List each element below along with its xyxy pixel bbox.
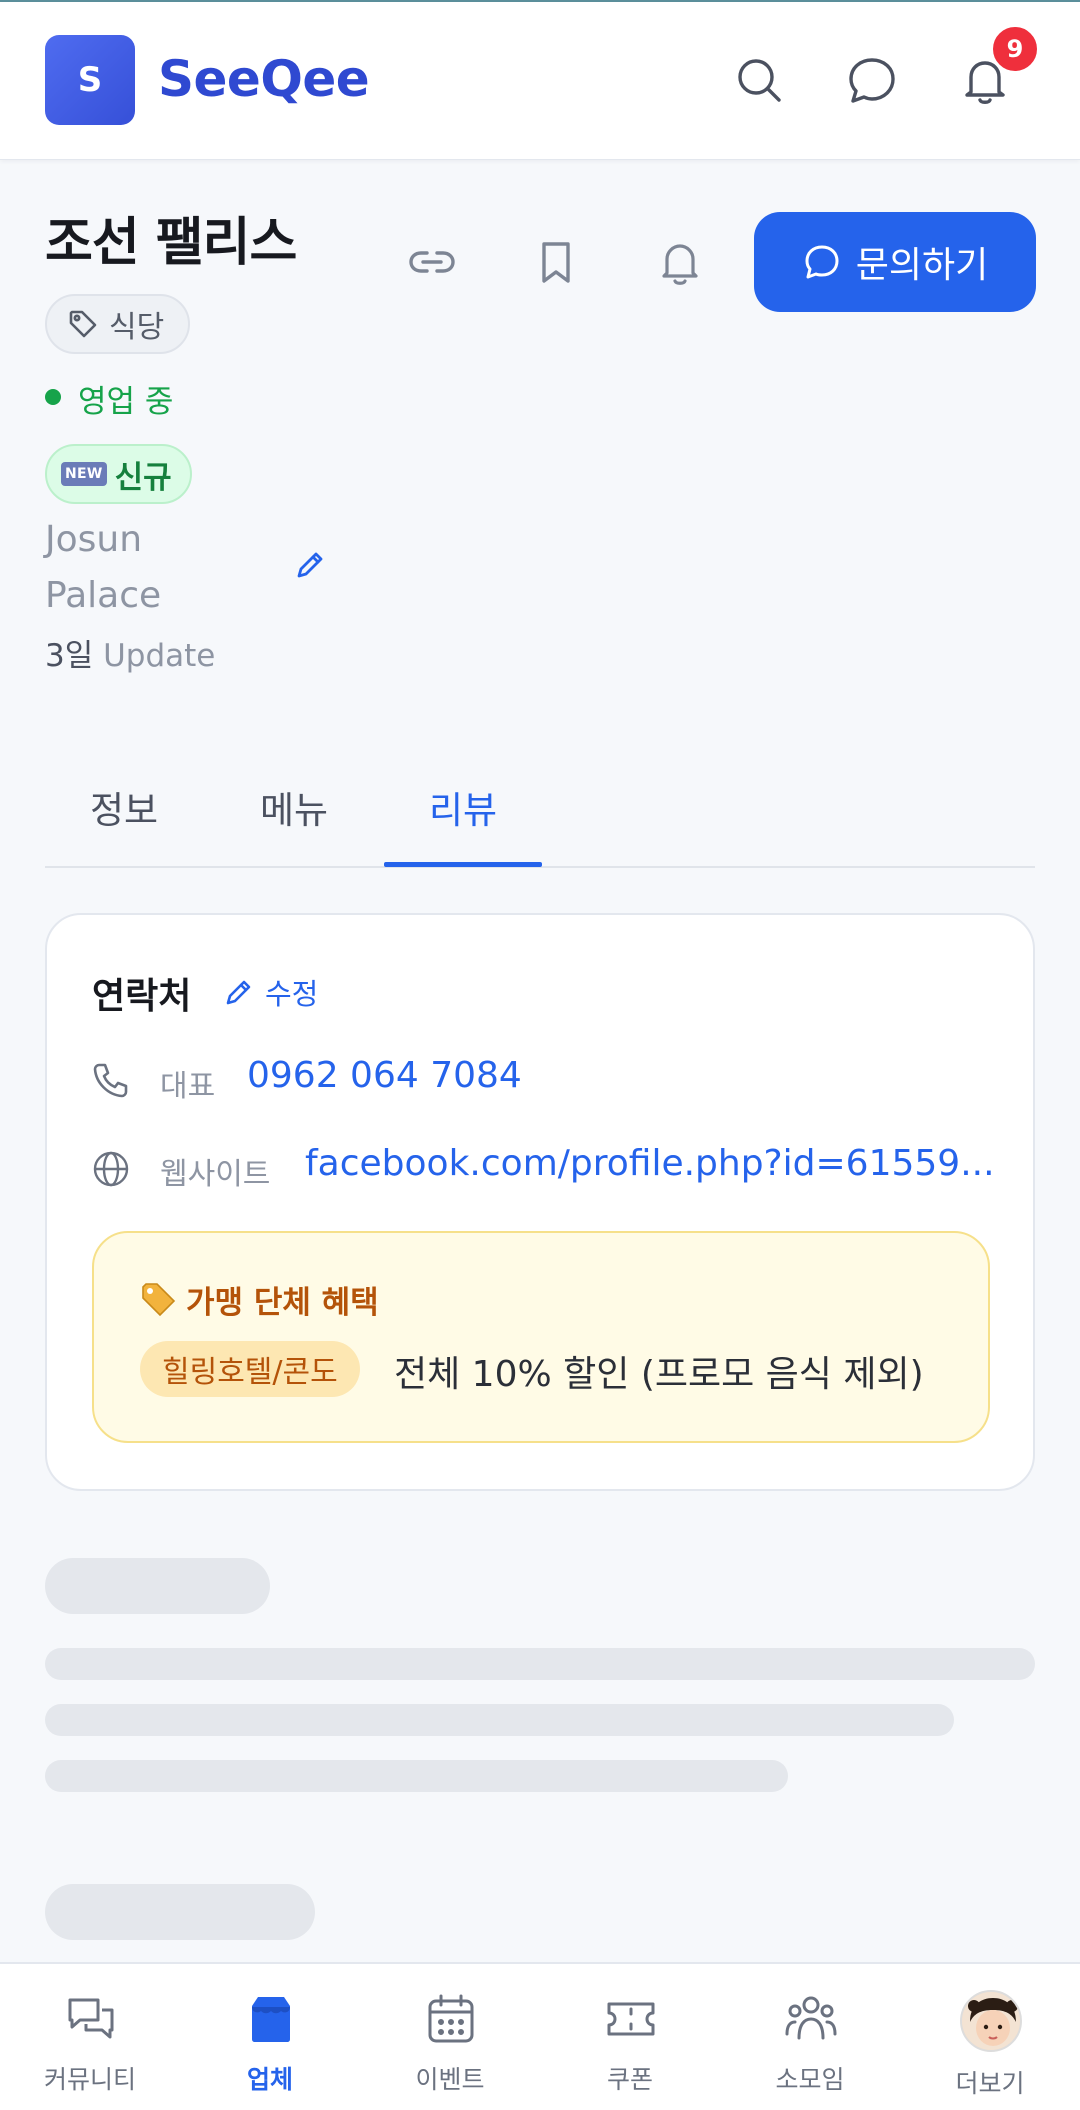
chat-bubble-icon [805,245,839,279]
nav-events[interactable]: 이벤트 [360,1964,540,2110]
pencil-icon [226,980,251,1005]
logo-letter: S [77,60,103,100]
search-icon[interactable] [731,52,787,108]
skeleton-heading [45,1558,270,1614]
pencil-icon[interactable] [292,547,328,583]
english-name: Josun Palace [45,519,162,616]
avatar [960,1990,1022,2052]
nav-coupons-label: 쿠폰 [606,2065,653,2094]
logo[interactable]: S [45,35,135,125]
app-name[interactable]: SeeQee [158,50,370,108]
store-icon [252,1997,290,2042]
contact-card: 연락처 수정 대표 0962 064 7084 웹사이트 facebook.co… [45,913,1035,1491]
skeleton-line [45,1704,954,1736]
updated-info: 3일 Update [45,630,215,675]
skeleton-line [45,1760,788,1792]
label-tag-icon [142,1282,176,1316]
nav-more[interactable]: 더보기 [900,1964,1080,2110]
business-name: 조선 팰리스 [45,213,297,273]
benefit-title-row: 가맹 단체 혜택 [140,1277,379,1322]
tab-bar: 정보 메뉴 리뷰 [45,760,1035,868]
nav-more-label: 더보기 [955,2069,1025,2098]
new-badge: NEW [61,462,107,486]
tag-icon [69,310,97,338]
website-label: 웹사이트 [160,1157,271,1192]
updated-days: 3일 [45,638,94,674]
nav-events-label: 이벤트 [415,2065,485,2094]
link-icon[interactable] [406,236,458,288]
category-label: 식당 [109,310,165,345]
tab-reviews[interactable]: 리뷰 [429,780,497,834]
benefit-text: 전체 10% 할인 (프로모 음식 제외) [394,1354,924,1395]
website-link[interactable]: facebook.com/profile.php?id=61559... [305,1143,995,1184]
new-chip: NEW 신규 [45,444,192,504]
nav-business-label: 업체 [246,2065,293,2094]
notification-badge: 9 [990,24,1040,74]
active-tab-indicator [384,862,542,867]
app-header: S SeeQee 9 [0,2,1080,160]
contact-title: 연락처 [92,976,192,1017]
new-label: 신규 [114,459,172,496]
benefit-group-chip: 힐링호텔/콘도 [140,1341,360,1397]
nav-business[interactable]: 업체 [180,1964,360,2110]
calendar-icon [428,1994,474,2043]
bookmark-icon[interactable] [530,236,582,288]
community-icon [68,1998,114,2039]
tab-menu[interactable]: 메뉴 [260,780,328,834]
ticket-icon [607,2002,655,2036]
bottom-nav: 커뮤니티 업체 이벤트 쿠폰 소모임 더보기 [0,1962,1080,2110]
chat-icon[interactable] [844,52,900,108]
open-status-dot [45,389,61,405]
alert-bell-icon[interactable] [654,236,706,288]
nav-community[interactable]: 커뮤니티 [0,1964,180,2110]
open-status: 영업 중 [78,384,174,420]
nav-groups[interactable]: 소모임 [720,1964,900,2110]
phone-icon [93,1063,128,1098]
category-chip[interactable]: 식당 [45,294,191,354]
tab-info[interactable]: 정보 [90,780,158,834]
skeleton-heading [45,1884,315,1940]
benefit-title: 가맹 단체 혜택 [186,1285,379,1321]
contact-edit-button[interactable]: 수정 [223,971,318,1013]
phone-link[interactable]: 0962 064 7084 [247,1055,522,1096]
nav-community-label: 커뮤니티 [43,2065,136,2094]
nav-coupons[interactable]: 쿠폰 [540,1964,720,2110]
updated-label: Update [103,638,216,674]
inquiry-label: 문의하기 [855,245,989,286]
skeleton-line [45,1648,1035,1680]
phone-label: 대표 [160,1069,216,1104]
globe-icon [93,1151,129,1187]
nav-groups-label: 소모임 [775,2065,845,2094]
group-icon [785,1996,837,2040]
member-benefit-box: 가맹 단체 혜택 힐링호텔/콘도 전체 10% 할인 (프로모 음식 제외) [92,1231,990,1443]
avatar-image [962,1992,1020,2050]
contact-edit-label: 수정 [265,977,319,1011]
inquiry-button[interactable]: 문의하기 [754,212,1036,312]
